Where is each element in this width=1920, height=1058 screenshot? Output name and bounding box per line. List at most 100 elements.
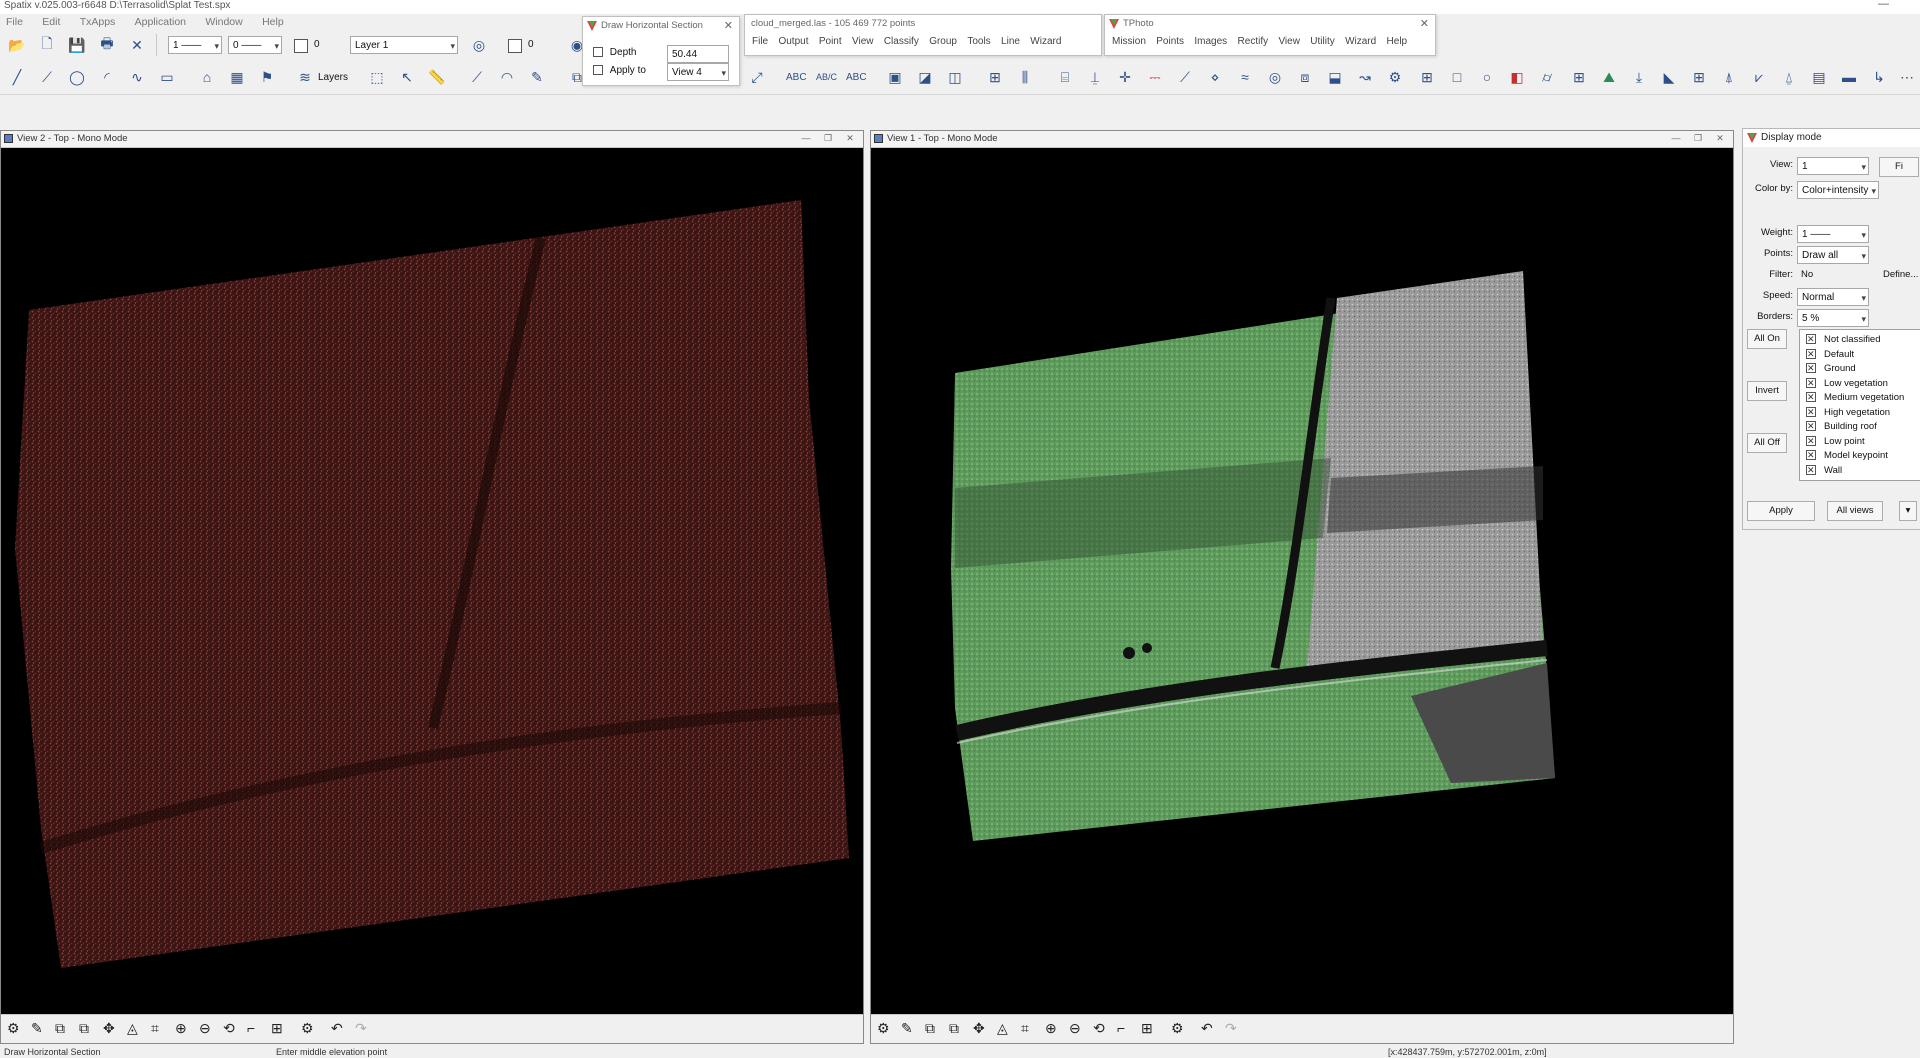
fill-swatch[interactable] <box>508 39 522 53</box>
view-1-canvas[interactable] <box>871 148 1731 1013</box>
cloud-menu-wizard[interactable]: Wizard <box>1030 36 1061 47</box>
close-icon[interactable]: ✕ <box>843 133 857 144</box>
layers-icon[interactable]: ≋ <box>294 66 316 88</box>
color-by-select[interactable]: Color+intensity ▾ <box>1797 181 1879 199</box>
zoom-out-icon[interactable]: ⊖ <box>1069 1020 1081 1037</box>
cloud-menu-point[interactable]: Point <box>819 36 842 47</box>
contour-icon[interactable]: ≈ <box>1234 66 1256 88</box>
apply-to-checkbox[interactable] <box>593 65 603 76</box>
undo-icon[interactable]: ↶ <box>1201 1020 1213 1037</box>
building-icon[interactable]: ⌸ <box>1054 66 1076 88</box>
pan-icon[interactable]: ✥ <box>103 1020 115 1037</box>
minimize-icon[interactable]: — <box>1669 133 1683 144</box>
path-icon[interactable]: ↝ <box>1354 66 1376 88</box>
define-button[interactable]: Define... <box>1883 269 1918 280</box>
elevation-icon[interactable]: ⎓ <box>1144 66 1166 88</box>
color-swatch[interactable] <box>294 39 308 53</box>
class-checkbox[interactable] <box>1806 449 1816 461</box>
tphoto-menu-mission[interactable]: Mission <box>1112 36 1146 47</box>
tower-line-icon[interactable]: ⍋ <box>1718 66 1740 88</box>
onoff-icon[interactable]: ◧ <box>1506 66 1528 88</box>
view-attributes-icon[interactable]: ⚙ <box>1171 1020 1184 1037</box>
class-item[interactable]: Low point <box>1806 435 1865 450</box>
weight-select[interactable]: 1 —— ▾ <box>1797 225 1869 243</box>
section-tool-icon[interactable]: ⊞ <box>984 66 1006 88</box>
class-item[interactable]: Not classified <box>1806 333 1881 348</box>
ground-icon[interactable]: ⛰ <box>1598 66 1620 88</box>
wedge-icon[interactable]: ◣ <box>1658 66 1680 88</box>
view-attributes-icon[interactable]: ⚙ <box>301 1020 314 1037</box>
close-icon[interactable]: ✕ <box>126 34 148 56</box>
cube-icon[interactable]: ⬓ <box>1324 66 1346 88</box>
depth-checkbox[interactable] <box>593 47 603 58</box>
circle-shape-icon[interactable]: ○ <box>1476 66 1498 88</box>
rotate-view-icon[interactable]: ⟲ <box>223 1020 235 1037</box>
class-checkbox[interactable] <box>1806 333 1816 345</box>
close-icon[interactable]: ✕ <box>724 17 733 35</box>
rectangle-tool-icon[interactable]: ▭ <box>156 66 178 88</box>
rotate-view-icon[interactable]: ⟲ <box>1093 1020 1105 1037</box>
menu-application[interactable]: Application <box>135 16 186 28</box>
box-icon[interactable]: ⧈ <box>1294 66 1316 88</box>
drop-tool-icon[interactable]: ⚑ <box>256 66 278 88</box>
cloud-menu-tools[interactable]: Tools <box>967 36 990 47</box>
class-item[interactable]: Low vegetation <box>1806 377 1888 392</box>
layer-select[interactable]: Layer 1 ▾ <box>350 36 458 54</box>
line-tool-icon[interactable]: ╱ <box>6 66 28 88</box>
clip-icon[interactable]: ⌐ <box>247 1020 255 1036</box>
apply-button[interactable]: Apply <box>1747 501 1815 521</box>
tphoto-menu-utility[interactable]: Utility <box>1310 36 1334 47</box>
tphoto-menu-help[interactable]: Help <box>1387 36 1408 47</box>
options-button[interactable]: ▾ <box>1899 501 1917 521</box>
measure-tool-icon[interactable]: 📏 <box>426 66 448 88</box>
apply-to-select[interactable]: View 4 ▾ <box>667 63 729 81</box>
open-icon[interactable]: 📂 <box>6 34 28 56</box>
invert-button[interactable]: Invert <box>1747 381 1787 401</box>
dispenser-icon[interactable]: ⚙ <box>1384 66 1406 88</box>
view-2-canvas[interactable] <box>1 148 861 1013</box>
image-stack-icon[interactable]: ◫ <box>944 66 966 88</box>
settings-icon[interactable]: ⚙ <box>7 1020 20 1037</box>
class-item[interactable]: High vegetation <box>1806 406 1890 421</box>
line-style-select[interactable]: 0 —— ▾ <box>228 36 282 54</box>
menu-file[interactable]: File <box>6 16 23 28</box>
fit-button[interactable]: Fi <box>1879 157 1919 177</box>
grid-icon[interactable]: ⊞ <box>271 1020 283 1037</box>
view-select[interactable]: 1 ▾ <box>1797 157 1869 175</box>
all-views-button[interactable]: All views <box>1827 501 1883 521</box>
points-select[interactable]: Draw all ▾ <box>1797 246 1869 264</box>
grid-icon[interactable]: ⊞ <box>1141 1020 1153 1037</box>
image-place-icon[interactable]: ◪ <box>914 66 936 88</box>
clip-icon[interactable]: ⌐ <box>1117 1020 1125 1036</box>
class-checkbox[interactable] <box>1806 391 1816 403</box>
cloud-menu-group[interactable]: Group <box>929 36 957 47</box>
class-checkbox[interactable] <box>1806 435 1816 447</box>
cloud-menu-file[interactable]: File <box>752 36 768 47</box>
brush-icon[interactable]: ✎ <box>901 1020 913 1037</box>
menu-help[interactable]: Help <box>262 16 284 28</box>
circle-tool-icon[interactable]: ◯ <box>66 66 88 88</box>
class-item[interactable]: Medium vegetation <box>1806 391 1904 406</box>
depth-input[interactable]: 50.44 <box>667 45 729 63</box>
cloud-menu-view[interactable]: View <box>852 36 874 47</box>
extend-tool-icon[interactable]: ⤢ <box>746 66 768 88</box>
cloud-menu-line[interactable]: Line <box>1001 36 1020 47</box>
all-on-button[interactable]: All On <box>1747 329 1787 349</box>
text-tool-icon[interactable]: ABC <box>786 72 807 83</box>
layers-button[interactable]: Layers <box>318 72 348 83</box>
borders-select[interactable]: 5 % ▾ <box>1797 309 1869 327</box>
class-checkbox[interactable] <box>1806 420 1816 432</box>
class-checkbox[interactable] <box>1806 464 1816 476</box>
pen-icon[interactable]: ✎ <box>526 66 548 88</box>
down-arrow-icon[interactable]: ⤓ <box>1628 66 1650 88</box>
restore-icon[interactable]: ❐ <box>1691 133 1705 144</box>
wire-icon[interactable]: ⩗ <box>1748 66 1770 88</box>
text-place-icon[interactable]: ABC <box>846 72 867 83</box>
zoom-in-icon[interactable]: ⊕ <box>1045 1020 1057 1037</box>
save-icon[interactable]: 💾 <box>66 34 88 56</box>
window-area-icon[interactable]: ⌗ <box>1021 1020 1029 1037</box>
pointer-tool-icon[interactable]: ↖ <box>396 66 418 88</box>
window-icon[interactable]: ▤ <box>1808 66 1830 88</box>
new-file-icon[interactable]: 🗋 <box>36 34 58 56</box>
fit-icon[interactable]: ◬ <box>997 1020 1008 1037</box>
